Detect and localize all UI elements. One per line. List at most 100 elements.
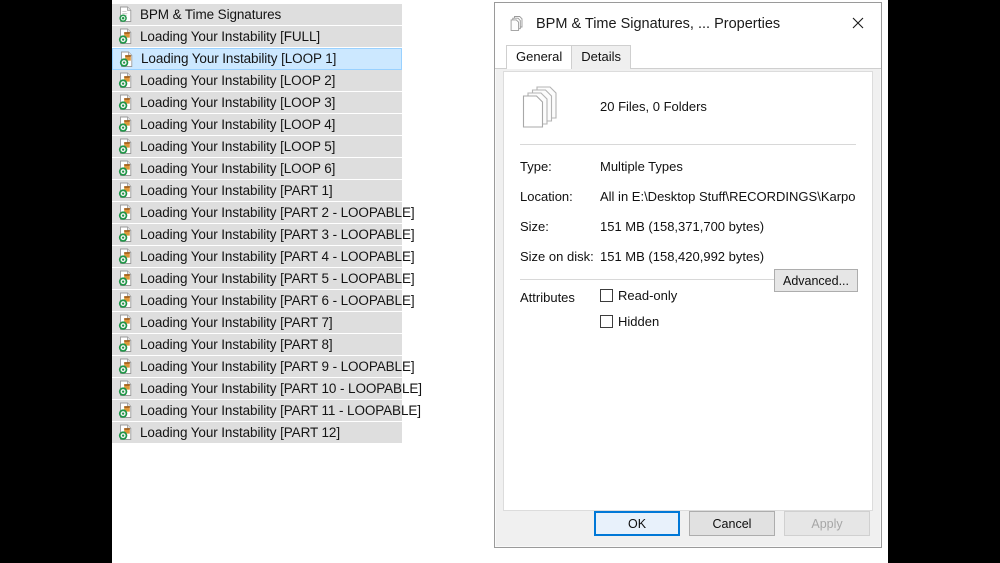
dialog-title: BPM & Time Signatures, ... Properties bbox=[536, 16, 781, 32]
file-list-row[interactable]: BPM & Time Signatures bbox=[112, 4, 402, 26]
audio-file-icon bbox=[118, 314, 134, 331]
tab-details-label: Details bbox=[581, 49, 621, 65]
checkbox-hidden-label: Hidden bbox=[618, 314, 660, 329]
dialog-button-row: OK Cancel Apply bbox=[594, 511, 870, 536]
info-table: Type: Multiple Types Location: All in E:… bbox=[504, 159, 872, 264]
multi-file-stack-icon bbox=[507, 14, 527, 34]
file-list-row-label: Loading Your Instability [LOOP 2] bbox=[140, 72, 336, 88]
tab-details[interactable]: Details bbox=[571, 45, 631, 69]
audio-file-icon bbox=[118, 336, 134, 353]
info-label-size: Size: bbox=[520, 219, 549, 234]
general-tab-panel: 20 Files, 0 Folders Type: Multiple Types… bbox=[503, 71, 873, 511]
checkbox-hidden[interactable]: Hidden bbox=[600, 314, 856, 329]
file-list-row[interactable]: Loading Your Instability [PART 12] bbox=[112, 422, 402, 444]
info-value-size-on-disk: 151 MB (158,420,992 bytes) bbox=[600, 249, 765, 264]
file-list-row-label: Loading Your Instability [LOOP 6] bbox=[140, 160, 336, 176]
tab-general[interactable]: General bbox=[506, 45, 573, 69]
file-list-row[interactable]: Loading Your Instability [PART 11 - LOOP… bbox=[112, 400, 421, 422]
file-list-row[interactable]: Loading Your Instability [PART 3 - LOOPA… bbox=[112, 224, 415, 246]
file-list[interactable]: BPM & Time Signatures Loading Your Insta… bbox=[112, 4, 422, 444]
file-list-row[interactable]: Loading Your Instability [PART 10 - LOOP… bbox=[112, 378, 422, 400]
summary-divider bbox=[520, 144, 856, 145]
dialog-tabstrip[interactable]: General Details bbox=[495, 45, 881, 69]
info-row-size-on-disk: Size on disk: 151 MB (158,420,992 bytes) bbox=[520, 249, 856, 264]
file-list-row-label: Loading Your Instability [PART 10 - LOOP… bbox=[140, 380, 422, 396]
file-list-row-label: Loading Your Instability [FULL] bbox=[140, 28, 321, 44]
file-list-row-label: Loading Your Instability [PART 12] bbox=[140, 424, 340, 440]
info-row-type: Type: Multiple Types bbox=[520, 159, 856, 174]
apply-button[interactable]: Apply bbox=[784, 511, 870, 536]
audio-file-icon bbox=[118, 358, 134, 375]
attributes-checkbox-group: Read-only Hidden bbox=[600, 288, 856, 340]
audio-file-icon bbox=[118, 182, 134, 199]
audio-file-icon bbox=[118, 424, 134, 441]
file-list-row[interactable]: Loading Your Instability [LOOP 6] bbox=[112, 158, 402, 180]
file-list-row[interactable]: Loading Your Instability [PART 4 - LOOPA… bbox=[112, 246, 415, 268]
file-list-row[interactable]: Loading Your Instability [PART 8] bbox=[112, 334, 402, 356]
audio-file-icon bbox=[118, 270, 134, 287]
audio-file-icon bbox=[118, 138, 134, 155]
multi-file-stack-icon bbox=[520, 84, 562, 128]
info-label-size-on-disk: Size on disk: bbox=[520, 249, 594, 264]
file-list-row-label: Loading Your Instability [LOOP 1] bbox=[141, 51, 337, 67]
file-list-row[interactable]: Loading Your Instability [FULL] bbox=[112, 26, 402, 48]
file-count-text: 20 Files, 0 Folders bbox=[600, 98, 707, 114]
advanced-button[interactable]: Advanced... bbox=[774, 269, 858, 292]
file-list-row-label: Loading Your Instability [PART 8] bbox=[140, 336, 333, 352]
info-row-size: Size: 151 MB (158,371,700 bytes) bbox=[520, 219, 856, 234]
file-list-row[interactable]: Loading Your Instability [PART 1] bbox=[112, 180, 402, 202]
info-value-location: All in E:\Desktop Stuff\RECORDINGS\Karpo… bbox=[600, 189, 856, 204]
audio-file-icon bbox=[118, 72, 134, 89]
file-list-row-label: Loading Your Instability [LOOP 4] bbox=[140, 116, 336, 132]
audio-file-icon bbox=[119, 51, 135, 68]
audio-file-icon bbox=[118, 248, 134, 265]
file-list-row[interactable]: Loading Your Instability [PART 6 - LOOPA… bbox=[112, 290, 415, 312]
file-list-row[interactable]: Loading Your Instability [LOOP 3] bbox=[112, 92, 402, 114]
file-list-row-label: Loading Your Instability [LOOP 5] bbox=[140, 138, 336, 154]
audio-file-icon bbox=[118, 28, 134, 45]
file-list-row[interactable]: Loading Your Instability [PART 7] bbox=[112, 312, 402, 334]
file-list-row-label: Loading Your Instability [PART 9 - LOOPA… bbox=[140, 358, 415, 374]
audio-file-icon bbox=[118, 402, 134, 419]
file-list-row-label: Loading Your Instability [PART 7] bbox=[140, 314, 333, 330]
audio-file-icon bbox=[118, 226, 134, 243]
file-list-row[interactable]: Loading Your Instability [LOOP 4] bbox=[112, 114, 402, 136]
file-list-row-label: Loading Your Instability [PART 4 - LOOPA… bbox=[140, 248, 415, 264]
file-list-row-label: Loading Your Instability [PART 6 - LOOPA… bbox=[140, 292, 415, 308]
file-list-row[interactable]: Loading Your Instability [PART 2 - LOOPA… bbox=[112, 202, 415, 224]
file-list-row-label: Loading Your Instability [PART 11 - LOOP… bbox=[140, 402, 421, 418]
info-value-type: Multiple Types bbox=[600, 159, 683, 174]
audio-file-icon bbox=[118, 292, 134, 309]
dialog-titlebar[interactable]: BPM & Time Signatures, ... Properties bbox=[495, 3, 881, 45]
checkbox-hidden-box[interactable] bbox=[600, 315, 613, 328]
properties-dialog: BPM & Time Signatures, ... Properties Ge… bbox=[494, 2, 882, 548]
file-list-row-label: Loading Your Instability [PART 2 - LOOPA… bbox=[140, 204, 415, 220]
checkbox-read-only-label: Read-only bbox=[618, 288, 678, 303]
file-list-row-label: Loading Your Instability [PART 3 - LOOPA… bbox=[140, 226, 415, 242]
file-summary-row: 20 Files, 0 Folders bbox=[504, 72, 872, 138]
checkbox-read-only-box[interactable] bbox=[600, 289, 613, 302]
file-list-row[interactable]: Loading Your Instability [PART 9 - LOOPA… bbox=[112, 356, 415, 378]
audio-file-icon bbox=[118, 116, 134, 133]
audio-file-icon bbox=[118, 380, 134, 397]
file-list-row-label: Loading Your Instability [PART 1] bbox=[140, 182, 333, 198]
document-file-icon bbox=[118, 6, 134, 23]
file-list-row-label: Loading Your Instability [LOOP 3] bbox=[140, 94, 336, 110]
info-row-location: Location: All in E:\Desktop Stuff\RECORD… bbox=[520, 189, 856, 204]
attributes-label: Attributes bbox=[520, 290, 575, 305]
info-value-size: 151 MB (158,371,700 bytes) bbox=[600, 219, 765, 234]
audio-file-icon bbox=[118, 94, 134, 111]
cancel-button[interactable]: Cancel bbox=[689, 511, 775, 536]
audio-file-icon bbox=[118, 204, 134, 221]
tab-general-label: General bbox=[516, 49, 563, 65]
file-list-row[interactable]: Loading Your Instability [LOOP 2] bbox=[112, 70, 402, 92]
close-icon[interactable] bbox=[835, 3, 881, 43]
desktop-area: BPM & Time Signatures Loading Your Insta… bbox=[112, 0, 888, 563]
info-label-location: Location: bbox=[520, 189, 573, 204]
audio-file-icon bbox=[118, 160, 134, 177]
file-list-row[interactable]: Loading Your Instability [LOOP 1] bbox=[112, 48, 402, 70]
file-list-row[interactable]: Loading Your Instability [PART 5 - LOOPA… bbox=[112, 268, 415, 290]
ok-button[interactable]: OK bbox=[594, 511, 680, 536]
file-list-row[interactable]: Loading Your Instability [LOOP 5] bbox=[112, 136, 402, 158]
info-label-type: Type: bbox=[520, 159, 552, 174]
